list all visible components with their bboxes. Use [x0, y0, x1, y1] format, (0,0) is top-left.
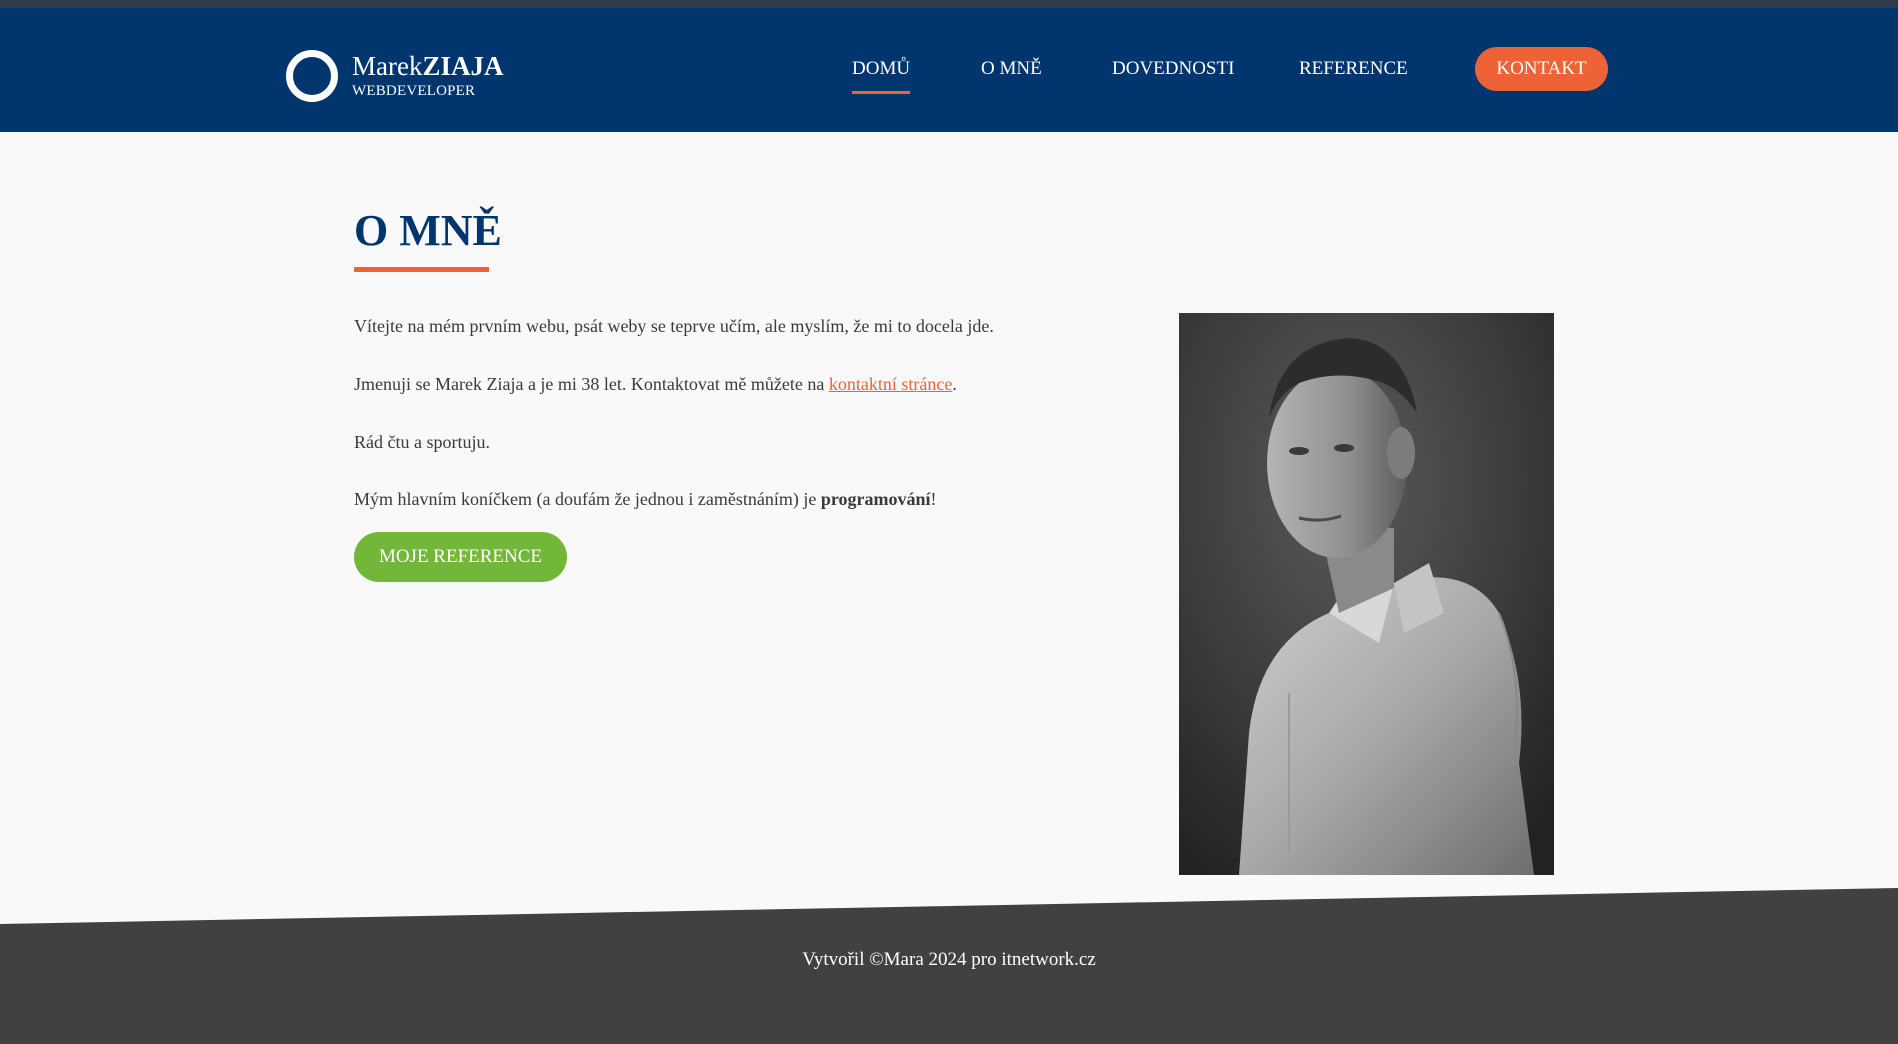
- contact-text: Jmenuji se Marek Ziaja a je mi 38 let. K…: [354, 374, 829, 394]
- portrait-photo-icon: [1179, 313, 1554, 875]
- contact-paragraph: Jmenuji se Marek Ziaja a je mi 38 let. K…: [354, 372, 957, 396]
- portrait-photo: [1179, 313, 1554, 875]
- my-references-button[interactable]: MOJE REFERENCE: [354, 532, 567, 582]
- intro-paragraph: Vítejte na mém prvním webu, psát weby se…: [354, 316, 994, 336]
- nav-item-o-mne[interactable]: O MNĚ: [981, 58, 1042, 80]
- hobby-bold: programování: [820, 489, 931, 509]
- nav-item-reference[interactable]: REFERENCE: [1299, 58, 1408, 80]
- contact-text-end: .: [952, 374, 957, 394]
- contact-page-link[interactable]: kontaktní stránce: [829, 374, 952, 394]
- top-strip: [0, 0, 1898, 8]
- main-nav: DOMŮ O MNĚ DOVEDNOSTI REFERENCE KONTAKT: [0, 8, 1898, 132]
- hobbies-paragraph: Rád čtu a sportuju.: [354, 432, 490, 452]
- main-hobby-paragraph: Mým hlavním koníčkem (a doufám že jednou…: [354, 487, 937, 511]
- footer-credit: Vytvořil ©Mara 2024 pro itnetwork.cz: [802, 949, 1096, 970]
- hobby-text: Mým hlavním koníčkem (a doufám že jednou…: [354, 489, 821, 509]
- hobby-text-end: !: [930, 489, 937, 509]
- contact-button[interactable]: KONTAKT: [1475, 47, 1608, 91]
- nav-item-domu[interactable]: DOMŮ: [852, 58, 911, 94]
- nav-item-dovednosti[interactable]: DOVEDNOSTI: [1112, 58, 1234, 80]
- page-title: O MNĚ: [354, 206, 502, 255]
- about-section: O MNĚ Vítejte na mém prvním webu, psát w…: [0, 132, 1898, 932]
- title-underline: [354, 267, 489, 272]
